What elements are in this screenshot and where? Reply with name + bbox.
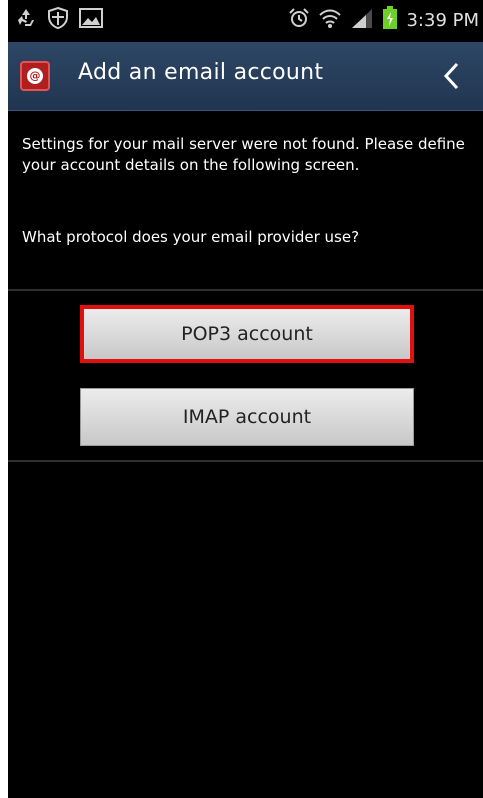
divider-top [8, 289, 483, 291]
email-app-icon: @ [20, 61, 50, 91]
signal-icon [350, 7, 374, 33]
wifi-icon [318, 7, 342, 33]
shield-icon [46, 6, 70, 34]
protocol-question: What protocol does your email provider u… [22, 228, 360, 246]
battery-icon [382, 6, 398, 34]
page-title: Add an email account [78, 60, 324, 85]
back-chevron-icon[interactable] [437, 58, 467, 94]
pop3-account-button[interactable]: POP3 account [80, 305, 414, 363]
info-message: Settings for your mail server were not f… [22, 135, 465, 174]
imap-account-button[interactable]: IMAP account [80, 388, 414, 446]
divider-bottom [8, 460, 483, 462]
phone-screen: 3:39 PM @ Add an email account Settings … [8, 0, 483, 798]
status-bar: 3:39 PM [8, 0, 483, 40]
title-bar: @ Add an email account [8, 42, 483, 111]
alarm-icon [288, 7, 310, 33]
gallery-icon [78, 6, 104, 34]
status-time: 3:39 PM [406, 9, 479, 31]
recycle-icon [14, 6, 38, 34]
